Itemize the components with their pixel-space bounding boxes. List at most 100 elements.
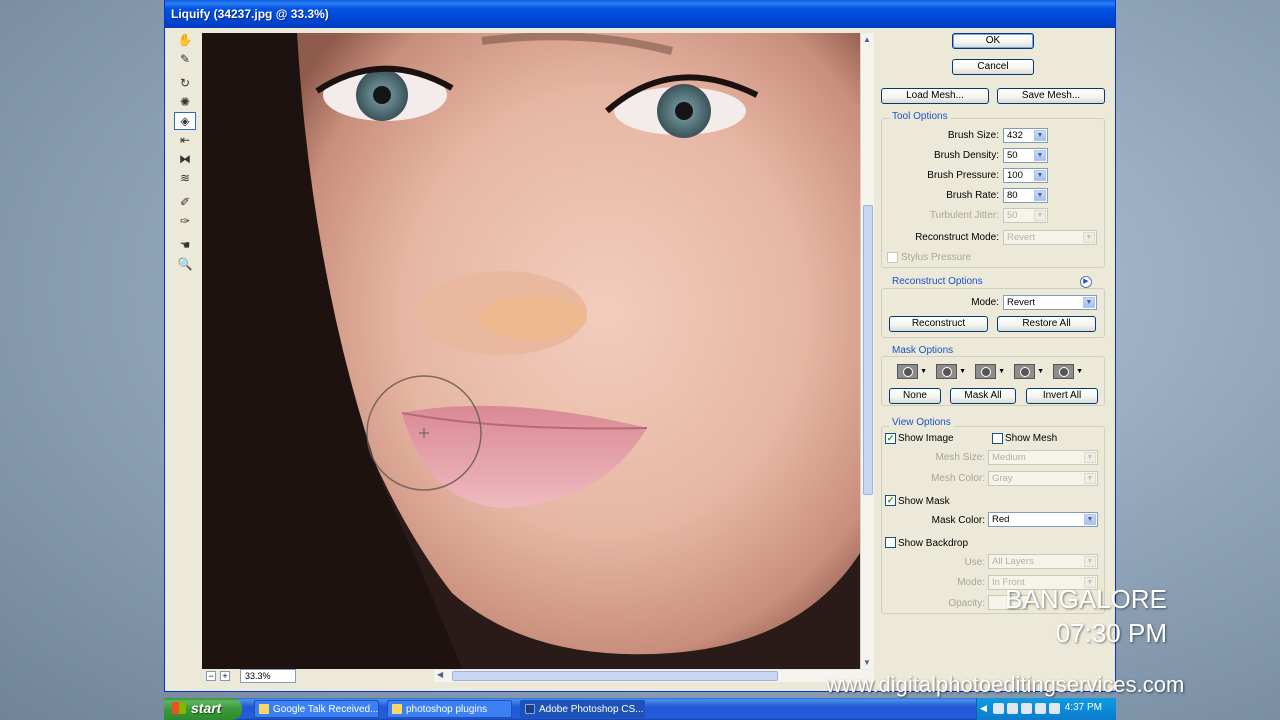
vertical-scroll-thumb[interactable] xyxy=(863,205,873,495)
brush-rate-field[interactable]: 80 ▼ xyxy=(1003,188,1048,203)
start-button[interactable]: start xyxy=(164,698,242,720)
chevron-down-icon[interactable]: ▼ xyxy=(1034,190,1046,201)
canvas-statusbar: − + 33.3% ◀ xyxy=(202,669,874,685)
show-mask-checkbox[interactable]: ✓ xyxy=(885,495,896,506)
image-canvas[interactable] xyxy=(202,33,860,669)
horizontal-scrollbar[interactable]: ◀ xyxy=(434,670,874,682)
turbulence-icon[interactable]: ≋ xyxy=(174,169,196,187)
folder-icon xyxy=(392,704,402,714)
scroll-up-icon[interactable]: ▲ xyxy=(863,35,871,44)
chevron-down-icon: ▼ xyxy=(1076,368,1083,375)
antivirus-icon[interactable] xyxy=(1021,703,1032,714)
network-icon[interactable] xyxy=(993,703,1004,714)
chevron-down-icon[interactable]: ▼ xyxy=(1034,170,1046,181)
brush-size-field[interactable]: 432 ▼ xyxy=(1003,128,1048,143)
pucker-icon[interactable]: ✺ xyxy=(174,93,196,111)
show-backdrop-label: Show Backdrop xyxy=(898,538,969,549)
chevron-down-icon[interactable]: ▼ xyxy=(1034,130,1046,141)
twirl-clockwise-icon[interactable]: ↻ xyxy=(174,74,196,92)
reconstruct-mode-select[interactable]: Revert ▼ xyxy=(1003,230,1097,245)
chevron-down-icon: ▼ xyxy=(1034,210,1046,221)
mesh-size-select[interactable]: Medium ▼ xyxy=(988,450,1098,465)
scroll-left-icon[interactable]: ◀ xyxy=(437,670,443,679)
intersect-selection-button[interactable]: ▼ xyxy=(1014,363,1044,380)
vertical-scrollbar[interactable]: ▲ ▼ xyxy=(860,33,874,669)
reconstruct-mode-dropdown[interactable]: Revert ▼ xyxy=(1003,295,1097,310)
forward-warp-icon[interactable]: ✋ xyxy=(174,31,196,49)
taskbar-item-google-talk[interactable]: Google Talk Received... xyxy=(254,700,379,718)
chevron-down-icon[interactable]: ▼ xyxy=(1083,297,1095,308)
show-mesh-checkbox[interactable] xyxy=(992,433,1003,444)
chevron-down-icon: ▼ xyxy=(920,368,927,375)
restore-all-button[interactable]: Restore All xyxy=(997,316,1096,332)
task-label: Adobe Photoshop CS... xyxy=(539,704,644,715)
intersect-selection-icon xyxy=(1014,364,1036,379)
volume-icon[interactable] xyxy=(1007,703,1018,714)
chevron-down-icon: ▼ xyxy=(959,368,966,375)
view-options-title: View Options xyxy=(889,417,954,428)
taskbar-item-photoshop-plugins[interactable]: photoshop plugins xyxy=(387,700,512,718)
use-select[interactable]: All Layers ▼ xyxy=(988,554,1098,569)
zoom-out-icon[interactable]: − xyxy=(206,671,216,681)
shield-icon[interactable] xyxy=(1049,703,1060,714)
security-icon[interactable] xyxy=(1035,703,1046,714)
add-to-selection-button[interactable]: ▼ xyxy=(936,363,966,380)
tray-expand-icon[interactable]: ◀ xyxy=(980,703,987,714)
show-backdrop-checkbox[interactable] xyxy=(885,537,896,548)
stylus-pressure-checkbox[interactable] xyxy=(887,252,898,263)
tool-options-title: Tool Options xyxy=(889,111,951,122)
invert-all-button[interactable]: Invert All xyxy=(1026,388,1098,404)
overlay-time: 07:30 PM xyxy=(1055,618,1167,648)
mask-all-button[interactable]: Mask All xyxy=(950,388,1016,404)
chevron-down-icon[interactable]: ▼ xyxy=(1084,514,1096,525)
scroll-down-icon[interactable]: ▼ xyxy=(863,658,871,667)
liquify-window: Liquify (34237.jpg @ 33.3%) ✋ ✎ ↻ ✺ ◈ ⇤ … xyxy=(164,0,1116,692)
show-mask-label: Show Mask xyxy=(898,496,950,507)
chevron-down-icon: ▼ xyxy=(1083,232,1095,243)
cancel-button[interactable]: Cancel xyxy=(952,59,1034,75)
turbulent-jitter-field[interactable]: 50 ▼ xyxy=(1003,208,1048,223)
reconstruct-mode-label: Mode: xyxy=(971,297,999,308)
reconstruct-button[interactable]: Reconstruct xyxy=(889,316,988,332)
save-mesh-button[interactable]: Save Mesh... xyxy=(997,88,1105,104)
ok-button[interactable]: OK xyxy=(952,33,1034,49)
play-icon[interactable]: ▶ xyxy=(1080,276,1092,288)
subtract-from-selection-button[interactable]: ▼ xyxy=(975,363,1005,380)
folder-icon xyxy=(259,704,269,714)
turbulent-jitter-label: Turbulent Jitter: xyxy=(929,210,999,221)
mask-none-button[interactable]: None xyxy=(889,388,941,404)
zoom-icon[interactable]: 🔍 xyxy=(174,255,196,273)
mesh-color-label: Mesh Color: xyxy=(931,473,985,484)
zoom-select[interactable]: 33.3% xyxy=(240,669,296,683)
brush-density-field[interactable]: 50 ▼ xyxy=(1003,148,1048,163)
overlay-url: www.digitalphotoeditingservices.com xyxy=(826,672,1185,697)
reconstruct-icon[interactable]: ✎ xyxy=(174,50,196,68)
replace-selection-icon xyxy=(897,364,919,379)
hand-icon[interactable]: ☚ xyxy=(174,236,196,254)
thaw-mask-icon[interactable]: ✑ xyxy=(174,212,196,230)
chevron-down-icon[interactable]: ▼ xyxy=(1034,150,1046,161)
zoom-in-icon[interactable]: + xyxy=(220,671,230,681)
mirror-icon[interactable]: ⧓ xyxy=(174,150,196,168)
window-title[interactable]: Liquify (34237.jpg @ 33.3%) xyxy=(165,0,1115,28)
mesh-size-label: Mesh Size: xyxy=(935,452,985,463)
taskbar-clock[interactable]: 4:37 PM xyxy=(1065,702,1102,713)
mesh-color-select[interactable]: Gray ▼ xyxy=(988,471,1098,486)
portrait-image xyxy=(202,33,860,669)
invert-selection-icon xyxy=(1053,364,1075,379)
use-label: Use: xyxy=(964,557,985,568)
replace-selection-button[interactable]: ▼ xyxy=(897,363,927,380)
task-label: photoshop plugins xyxy=(406,704,488,715)
push-left-icon[interactable]: ⇤ xyxy=(174,131,196,149)
chevron-down-icon: ▼ xyxy=(1084,452,1096,463)
show-image-checkbox[interactable]: ✓ xyxy=(885,433,896,444)
bloat-icon[interactable]: ◈ xyxy=(174,112,196,130)
invert-selection-button[interactable]: ▼ xyxy=(1053,363,1083,380)
brush-pressure-label: Brush Pressure: xyxy=(927,170,999,181)
load-mesh-button[interactable]: Load Mesh... xyxy=(881,88,989,104)
horizontal-scroll-thumb[interactable] xyxy=(452,671,778,681)
freeze-mask-icon[interactable]: ✐ xyxy=(174,193,196,211)
mask-color-select[interactable]: Red ▼ xyxy=(988,512,1098,527)
brush-pressure-field[interactable]: 100 ▼ xyxy=(1003,168,1048,183)
taskbar-item-photoshop[interactable]: Adobe Photoshop CS... xyxy=(520,700,645,718)
